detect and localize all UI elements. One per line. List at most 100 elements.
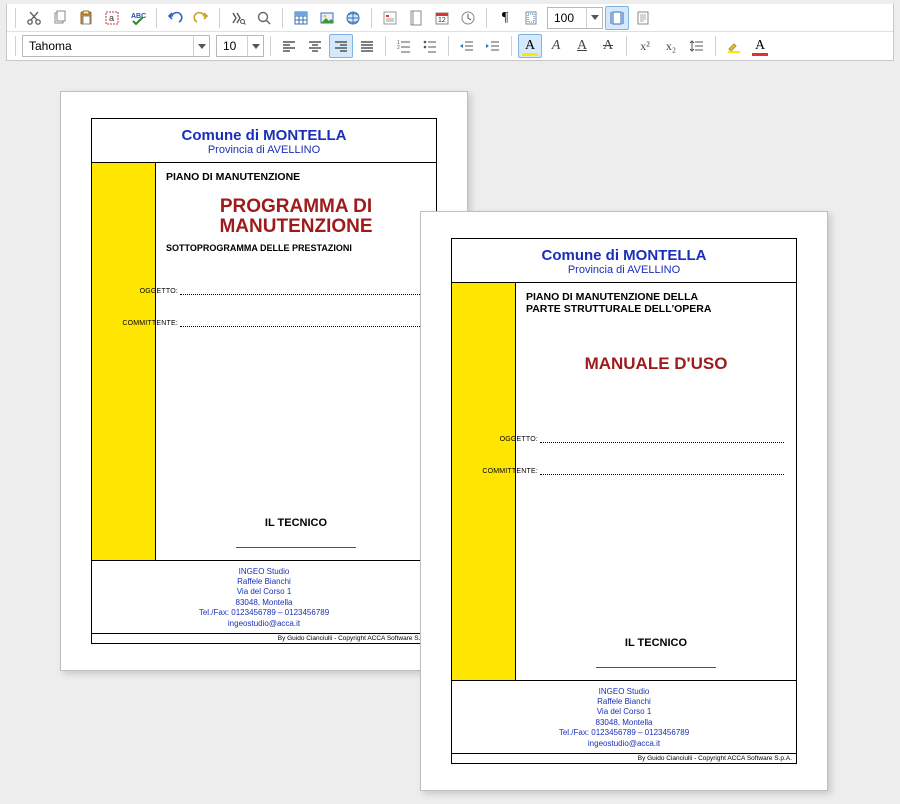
chevron-down-icon [198,44,206,49]
document-title: MANUALE D'USO [526,355,786,373]
line-spacing-button[interactable] [685,34,709,58]
find-button[interactable] [226,6,250,30]
insert-link-button[interactable] [341,6,365,30]
superscript-icon: x² [640,39,650,54]
field-line [180,285,424,295]
field-line [540,465,784,475]
highlight-color-button[interactable]: A [518,34,542,58]
field-committente: COMMITTENTE: [118,317,426,327]
plan-line-2: PARTE STRUTTURALE DELL'OPERA [526,303,711,315]
subscript-button[interactable]: x₂ [659,34,683,58]
cut-button[interactable] [22,6,46,30]
paste-button[interactable] [74,6,98,30]
font-color-button[interactable]: A [748,34,772,58]
plan-label: PIANO DI MANUTENZIONE [166,171,426,183]
underline-button[interactable]: A [570,34,594,58]
page-frame: Comune di MONTELLA Provincia di AVELLINO… [91,118,437,644]
italic-button[interactable]: A [544,34,568,58]
footer-line: INGEO Studio [96,567,432,577]
size-input[interactable] [217,36,247,56]
insert-page-button[interactable] [404,6,428,30]
page-body: PIANO DI MANUTENZIONE DELLA PARTE STRUTT… [452,283,796,681]
page-view-button[interactable] [605,6,629,30]
document-page-1[interactable]: Comune di MONTELLA Provincia di AVELLINO… [60,91,468,671]
insert-time-button[interactable] [456,6,480,30]
toolbar-row-1: a ABC [7,4,893,32]
size-dropdown[interactable] [247,36,263,56]
separator [371,8,372,28]
field-label: OGGETTO: [478,436,540,443]
show-pilcrow-button[interactable]: ¶ [493,6,517,30]
list-numbered-button[interactable]: 12 [392,34,416,58]
yellow-sidebar [92,163,156,560]
chevron-down-icon [591,15,599,20]
footer-line: ingeostudio@acca.it [456,739,792,749]
align-justify-button[interactable] [355,34,379,58]
page-footer: INGEO Studio Raffele Bianchi Via del Cor… [92,561,436,634]
text-highlight-button[interactable] [722,34,746,58]
page-header: Comune di MONTELLA Provincia di AVELLINO [452,239,796,283]
separator [448,36,449,56]
page-margins-button[interactable] [519,6,543,30]
zoom-button[interactable] [252,6,276,30]
page-header: Comune di MONTELLA Provincia di AVELLINO [92,119,436,163]
align-left-button[interactable] [277,34,301,58]
insert-table-button[interactable] [289,6,313,30]
separator [486,8,487,28]
separator [15,8,16,28]
indent-button[interactable] [481,34,505,58]
redo-button[interactable] [189,6,213,30]
title-line-1: PROGRAMMA DI [220,196,372,217]
insert-date-button[interactable]: 12 [430,6,454,30]
footer-line: INGEO Studio [456,687,792,697]
signature-line [596,667,716,668]
separator [15,36,16,56]
field-oggetto: OGGETTO: [118,285,426,295]
document-page-2[interactable]: Comune di MONTELLA Provincia di AVELLINO… [420,211,828,791]
select-all-button[interactable]: a [100,6,124,30]
header-title: Comune di MONTELLA [456,247,792,264]
field-line [540,433,784,443]
footer-line: 83048, Montella [456,718,792,728]
align-center-button[interactable] [303,34,327,58]
font-input[interactable] [23,36,193,56]
outdent-button[interactable] [455,34,479,58]
document-subtitle: SOTTOPROGRAMMA DELLE PRESTAZIONI [166,243,426,253]
draft-view-button[interactable] [631,6,655,30]
zoom-dropdown[interactable] [586,8,602,28]
spellcheck-button[interactable]: ABC [126,6,150,30]
size-combo[interactable] [216,35,264,57]
toolbar-row-2: 12 A A A A x² x₂ A [7,32,893,60]
svg-text:2: 2 [397,45,400,51]
svg-text:12: 12 [438,17,446,24]
footer-line: Via del Corso 1 [456,707,792,717]
font-dropdown[interactable] [193,36,209,56]
superscript-button[interactable]: x² [633,34,657,58]
footer-line: 83048, Montella [96,598,432,608]
page-frame: Comune di MONTELLA Provincia di AVELLINO… [451,238,797,764]
zoom-combo[interactable] [547,7,603,29]
field-label: COMMITTENTE: [118,320,180,327]
zoom-input[interactable] [548,8,586,28]
undo-button[interactable] [163,6,187,30]
page-content: PIANO DI MANUTENZIONE PROGRAMMA DI MANUT… [156,163,436,560]
header-subtitle: Provincia di AVELLINO [96,144,432,156]
separator [156,8,157,28]
separator [282,8,283,28]
strike-button[interactable]: A [596,34,620,58]
insert-field-button[interactable] [378,6,402,30]
underline-icon: A [577,38,587,54]
font-combo[interactable] [22,35,210,57]
list-bullet-button[interactable] [418,34,442,58]
align-right-button[interactable] [329,34,353,58]
copyright: By Guido Cianciulli - Copyright ACCA Sof… [92,634,436,643]
footer-line: Raffele Bianchi [456,697,792,707]
page-body: PIANO DI MANUTENZIONE PROGRAMMA DI MANUT… [92,163,436,561]
copy-button[interactable] [48,6,72,30]
insert-image-button[interactable] [315,6,339,30]
plan-label: PIANO DI MANUTENZIONE DELLA PARTE STRUTT… [526,291,786,315]
separator [270,36,271,56]
separator [219,8,220,28]
tech-label: IL TECNICO [166,497,426,529]
editor-canvas[interactable]: Comune di MONTELLA Provincia di AVELLINO… [0,61,900,791]
